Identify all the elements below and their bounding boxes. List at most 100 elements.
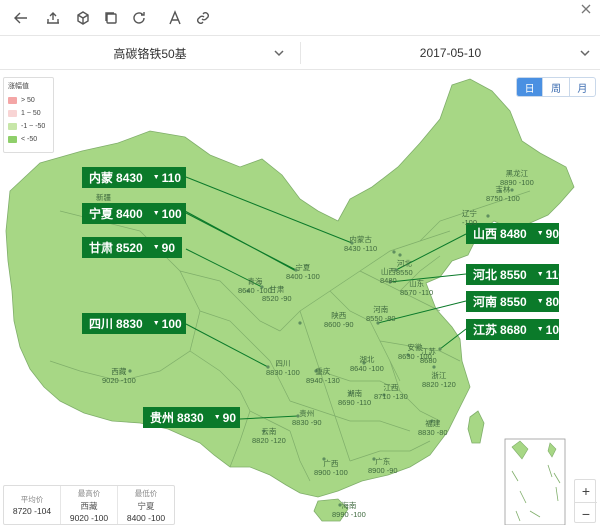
map-label-fujian: 福建 8830 -80	[418, 419, 448, 437]
callout-price: 8680	[500, 322, 527, 337]
callout-change: 90	[545, 226, 560, 241]
province-name: 河北	[396, 259, 412, 268]
legend-swatch	[8, 110, 17, 117]
province-value: 9020 -100	[102, 376, 136, 385]
south-china-sea-inset	[504, 438, 566, 525]
callout-name: 贵州	[150, 411, 175, 425]
summary-value: 8720 -104	[12, 506, 52, 516]
province-name: 浙江	[431, 371, 447, 380]
map-label-hebei: 河北 8550	[396, 259, 413, 277]
province-value: 8710 -130	[374, 392, 408, 401]
cube-icon[interactable]	[74, 9, 92, 27]
text-icon[interactable]	[166, 9, 184, 27]
map-label-zhejiang: 浙江 8820 -120	[422, 371, 456, 389]
province-value: 8830 -80	[418, 428, 448, 437]
legend-item: > 50	[8, 94, 49, 107]
down-arrow-icon: ▼	[213, 414, 221, 421]
province-name: 福建	[425, 419, 441, 428]
callout-change: 100	[161, 206, 182, 221]
callout-name: 甘肃	[89, 241, 114, 255]
callout-change: 100	[161, 316, 182, 331]
callout-hebei[interactable]: 河北 8550 ▼ 110	[466, 264, 565, 285]
map-label-guizhou: 贵州 8830 -90	[292, 409, 322, 427]
map-label-liaoning: 辽宁 -100	[462, 209, 477, 227]
province-name: 湖南	[347, 389, 363, 398]
province-name: 湖北	[359, 355, 375, 364]
map-label-neimenggu: 内蒙古 8430 -110	[344, 235, 377, 253]
callout-ningxia[interactable]: 宁夏 8400 ▼ 100	[82, 203, 186, 224]
callout-neimenggu[interactable]: 内蒙 8430 ▼ 110	[82, 167, 186, 188]
callout-sichuan[interactable]: 四川 8830 ▼ 100	[82, 313, 186, 334]
map-label-hainan: 海南 8990 -100	[332, 501, 366, 519]
province-name: 海南	[341, 501, 357, 510]
callout-henan[interactable]: 河南 8550 ▼ 80	[466, 291, 559, 312]
province-name: 山东	[409, 279, 425, 288]
down-arrow-icon: ▼	[536, 230, 544, 237]
share-icon[interactable]	[44, 9, 62, 27]
callout-gansu[interactable]: 甘肃 8520 ▼ 90	[82, 237, 182, 258]
province-name: 重庆	[315, 367, 331, 376]
province-value: 8480	[380, 276, 397, 285]
down-arrow-icon: ▼	[152, 244, 160, 251]
province-value: 8900 -90	[368, 466, 398, 475]
period-month-button[interactable]: 月	[568, 78, 595, 96]
zoom-out-button[interactable]: −	[575, 502, 597, 524]
legend-swatch	[8, 97, 17, 104]
province-name: 宁夏	[295, 263, 311, 272]
province-name: 辽宁	[462, 209, 477, 218]
callout-name: 山西	[473, 227, 498, 241]
refresh-icon[interactable]	[130, 9, 148, 27]
down-arrow-icon: ▼	[536, 298, 544, 305]
callout-guizhou[interactable]: 贵州 8830 ▼ 90	[143, 407, 240, 428]
province-value: 8550 -80	[366, 314, 396, 323]
period-day-button[interactable]: 日	[517, 78, 543, 96]
back-arrow-icon[interactable]	[12, 9, 30, 27]
summary-label: 平均价	[20, 495, 44, 504]
province-name: 青海	[247, 277, 263, 286]
province-value: 8830 -90	[292, 418, 322, 427]
legend: 涨幅值 > 50 1 ~ 50 -1 ~ -50 < -50	[3, 77, 54, 153]
callout-jiangsu[interactable]: 江苏 8680 ▼ 100	[466, 319, 566, 340]
province-name: 河南	[373, 305, 389, 314]
map-label-xizang: 西藏 9020 -100	[102, 367, 136, 385]
province-name: 江西	[383, 383, 399, 392]
down-arrow-icon: ▼	[536, 271, 544, 278]
period-week-button[interactable]: 周	[542, 78, 568, 96]
link-icon[interactable]	[194, 9, 212, 27]
legend-label: < -50	[21, 136, 38, 143]
province-name: 黑龙江	[505, 169, 529, 178]
selector-bar: 高碳铬铁50基 2017-05-10	[0, 36, 600, 70]
map-label-sichuan: 四川 8830 -100	[266, 359, 300, 377]
legend-title: 涨幅值	[8, 83, 29, 90]
province-name: 新疆	[96, 193, 111, 202]
callout-name: 河北	[473, 268, 498, 282]
copy-icon[interactable]	[102, 9, 120, 27]
callout-name: 河南	[473, 295, 498, 309]
down-arrow-icon: ▼	[536, 326, 544, 333]
legend-label: > 50	[21, 97, 35, 104]
province-value: 8690 -110	[338, 398, 372, 407]
product-select[interactable]: 高碳铬铁50基	[0, 36, 300, 70]
down-arrow-icon: ▼	[152, 320, 160, 327]
callout-price: 8520	[116, 240, 143, 255]
summary-average: 平均价 8720 -104	[4, 486, 60, 524]
callout-shanxi[interactable]: 山西 8480 ▼ 90	[466, 223, 559, 244]
zoom-in-button[interactable]: +	[575, 480, 597, 502]
period-toggle: 日 周 月	[516, 77, 596, 97]
close-icon[interactable]	[580, 2, 592, 14]
province-name: 江苏	[420, 347, 436, 356]
callout-price: 8830	[177, 410, 204, 425]
legend-item: < -50	[8, 133, 49, 146]
province-value: 8430 -110	[344, 244, 378, 253]
map-label-jiangsu: 江苏 8680	[420, 347, 437, 365]
legend-swatch	[8, 136, 17, 143]
province-name: 西藏	[111, 367, 127, 376]
province-name: 内蒙古	[349, 235, 372, 244]
province-value: 8400 -100	[286, 272, 320, 281]
province-value: 8640 -100	[350, 364, 384, 373]
province-value: 8520 -90	[262, 294, 292, 303]
map-label-ningxia: 宁夏 8400 -100	[286, 263, 320, 281]
province-value: 8750 -100	[486, 194, 520, 203]
date-select[interactable]: 2017-05-10	[301, 36, 600, 70]
price-summary: 平均价 8720 -104 最高价 西藏 9020 -100 最低价 宁夏 84…	[3, 485, 175, 525]
